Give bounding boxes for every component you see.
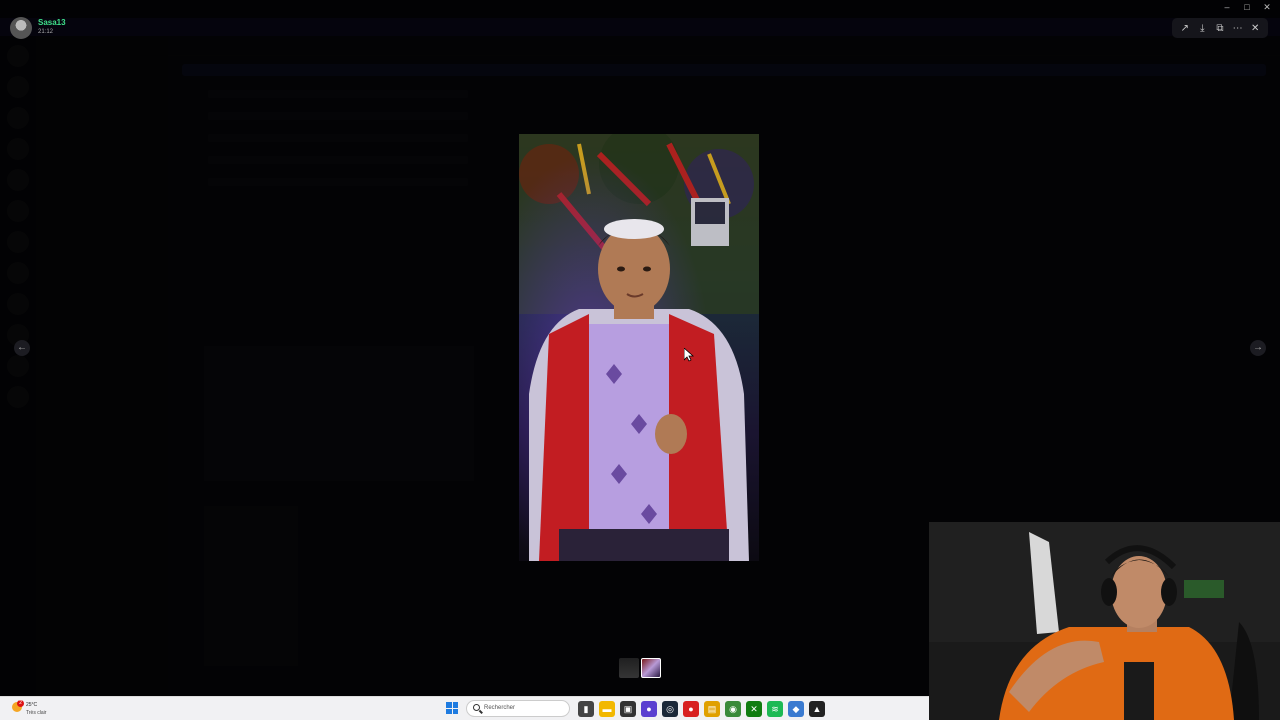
xbox-icon[interactable]: ✕	[746, 701, 762, 717]
image-thumbnails	[619, 658, 661, 678]
start-button[interactable]	[446, 702, 458, 714]
weather-widget[interactable]: 2 25°C Très clair	[12, 700, 72, 718]
previous-image-button[interactable]: ←	[14, 340, 30, 356]
terminal-icon[interactable]: ▲	[809, 701, 825, 717]
thumbnail-image[interactable]	[619, 658, 639, 678]
viewer-toolbar: ↗ ⤓ ⧉ ⋯ ✕	[1172, 18, 1268, 38]
app-multicolor-icon[interactable]: ◆	[788, 701, 804, 717]
taskbar: 2 25°C Très clair Rechercher ▮ ▬ ▣ ● ◎ ●…	[0, 696, 929, 720]
window-close-icon[interactable]: ✕	[1262, 2, 1272, 13]
open-external-icon[interactable]: ⧉	[1213, 23, 1227, 34]
thumbnail-image-active[interactable]	[641, 658, 661, 678]
close-icon[interactable]: ✕	[1248, 23, 1262, 34]
taskbar-apps: ▮ ▬ ▣ ● ◎ ● ▤ ◉ ✕ ≋ ◆ ▲	[578, 701, 825, 717]
notification-badge: 2	[17, 700, 24, 707]
maximize-icon[interactable]: □	[1242, 2, 1252, 13]
search-placeholder: Rechercher	[484, 705, 516, 711]
taskbar-search[interactable]: Rechercher	[466, 700, 570, 717]
search-icon	[473, 704, 480, 711]
uploader-name[interactable]: Sasa13	[38, 18, 66, 27]
weather-temperature: 25°C	[26, 702, 38, 708]
webcam-person-icon	[929, 522, 1280, 720]
download-icon[interactable]: ⤓	[1195, 23, 1209, 34]
next-image-button[interactable]: →	[1250, 340, 1266, 356]
weather-description: Très clair	[26, 710, 47, 716]
store-icon[interactable]: ▣	[620, 701, 636, 717]
screen: Sasa13 21:12 – □ ✕ ↗ ⤓ ⧉ ⋯ ✕ ← → 2 25°C …	[0, 0, 1280, 720]
avatar[interactable]	[10, 17, 32, 39]
arrow-left-icon: ←	[17, 342, 27, 353]
upload-timestamp: 21:12	[38, 29, 54, 35]
viewed-image[interactable]	[519, 134, 759, 561]
webcam-overlay	[929, 522, 1280, 720]
mouse-cursor-icon	[684, 348, 694, 362]
forward-icon[interactable]: ↗	[1178, 23, 1192, 34]
notes-icon[interactable]: ▤	[704, 701, 720, 717]
steam-icon[interactable]: ◎	[662, 701, 678, 717]
browser-icon[interactable]: ●	[641, 701, 657, 717]
task-view-icon[interactable]: ▮	[578, 701, 594, 717]
arrow-right-icon: →	[1253, 342, 1263, 353]
app-red-icon[interactable]: ●	[683, 701, 699, 717]
more-icon[interactable]: ⋯	[1231, 23, 1245, 34]
window-controls: – □ ✕	[1222, 2, 1272, 13]
photo-person-icon	[519, 134, 759, 561]
chrome-icon[interactable]: ◉	[725, 701, 741, 717]
minimize-icon[interactable]: –	[1222, 2, 1232, 13]
file-explorer-icon[interactable]: ▬	[599, 701, 615, 717]
spotify-icon[interactable]: ≋	[767, 701, 783, 717]
